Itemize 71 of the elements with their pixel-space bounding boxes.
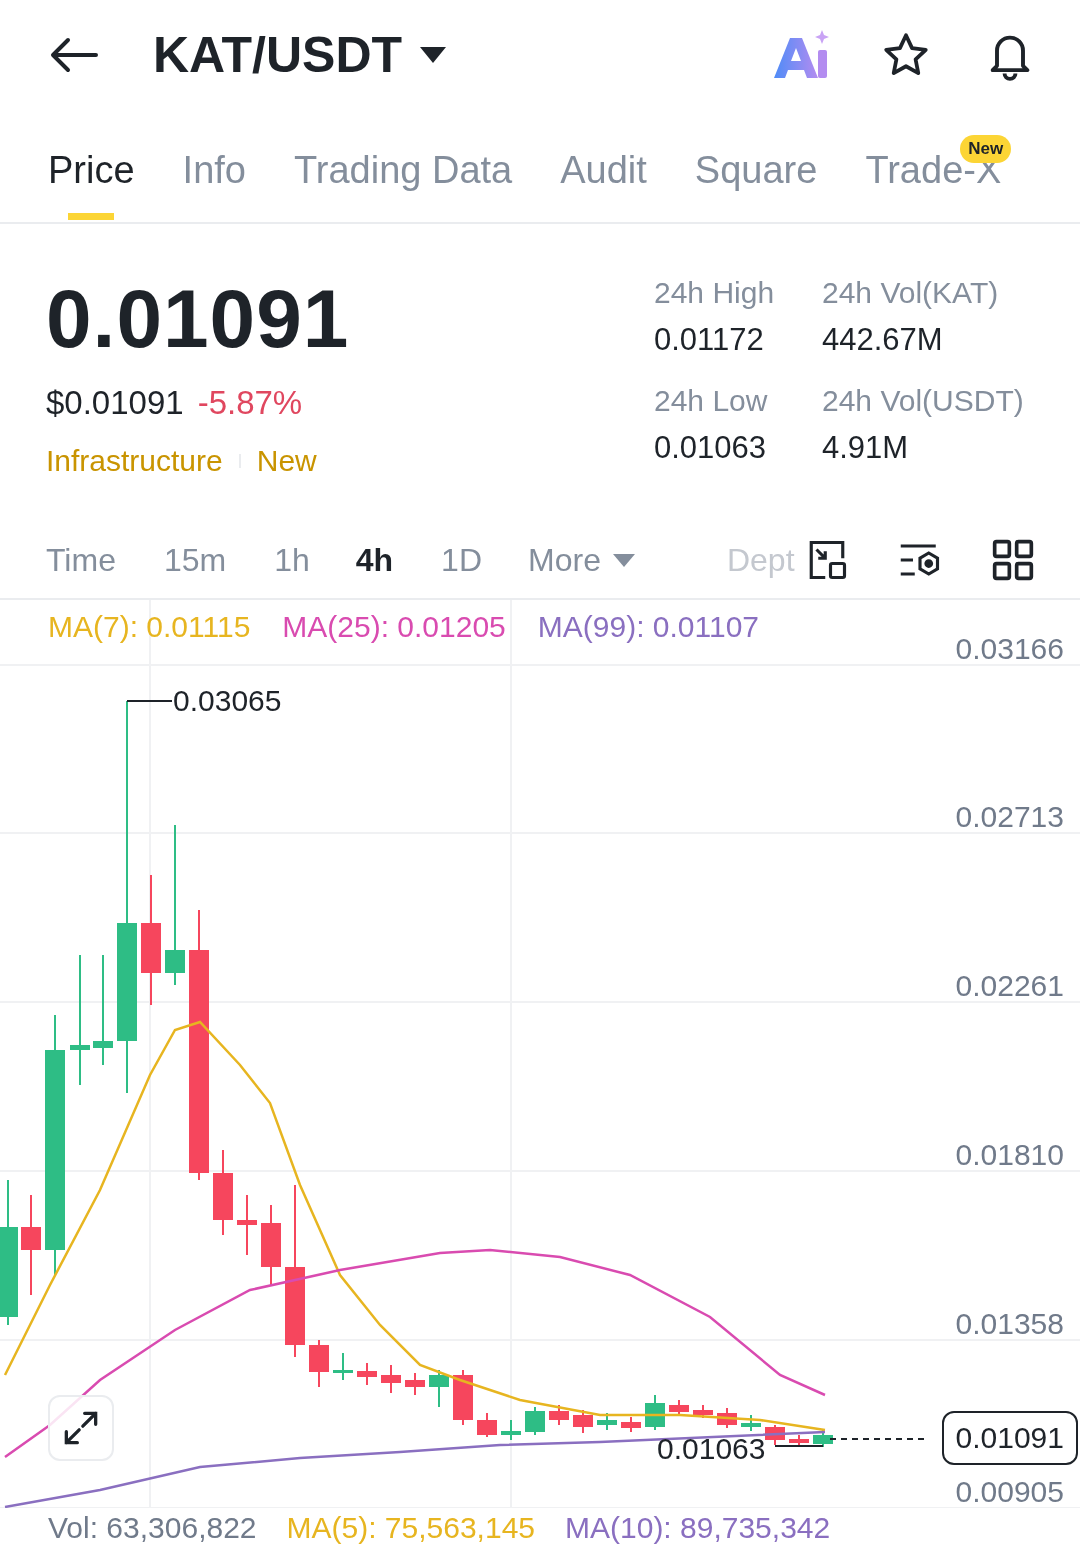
stat-value: 4.91M	[822, 430, 910, 466]
low-price-label: 0.01063	[657, 1432, 766, 1466]
pair-title[interactable]: KAT/USDT	[153, 26, 403, 84]
moving-average-label: MA(25): 0.01205	[282, 610, 506, 645]
stat-label: 24h Low	[654, 384, 769, 418]
candle	[381, 1364, 401, 1394]
back-button[interactable]	[50, 37, 98, 73]
stat-value: 442.67M	[822, 322, 944, 358]
stat-value: 0.01063	[654, 430, 768, 466]
candle	[717, 1407, 737, 1429]
price-axis-label: 0.00905	[955, 1475, 1064, 1509]
usd-price: $0.01091	[46, 384, 184, 422]
tab[interactable]: Square	[694, 149, 818, 222]
category-tag[interactable]: Infrastructure	[46, 444, 223, 478]
tab[interactable]: Info	[182, 149, 246, 222]
candle	[597, 1412, 617, 1431]
price-change: -5.87%	[197, 384, 303, 422]
candle	[429, 1369, 449, 1408]
candle	[477, 1412, 497, 1438]
price-axis-label: 0.02261	[955, 969, 1064, 1003]
tab[interactable]: Audit	[560, 149, 647, 222]
volume-label: MA(5): 75,563,145	[286, 1511, 535, 1545]
moving-average-label: MA(7): 0.01115	[48, 610, 251, 645]
leader-line	[774, 1445, 824, 1447]
interval-tab[interactable]: 1h	[274, 541, 310, 579]
caret-icon	[612, 553, 635, 567]
last-price: 0.01091	[46, 274, 351, 364]
candle	[309, 1339, 329, 1388]
candle	[237, 1194, 257, 1256]
candle	[741, 1414, 761, 1432]
caret-icon[interactable]	[420, 47, 447, 63]
interval-tab[interactable]: Time	[46, 541, 116, 579]
tab[interactable]: Trading Data	[293, 149, 513, 222]
price-axis-label: 0.02713	[955, 800, 1064, 834]
interval-tab[interactable]: 4h	[355, 541, 394, 579]
candle	[453, 1369, 473, 1426]
price-axis-label: 0.03166	[955, 632, 1064, 666]
grid-icon[interactable]	[990, 538, 1035, 582]
candle	[549, 1404, 569, 1426]
current-price-label: 0.01091	[941, 1411, 1078, 1465]
tab-indicator	[68, 213, 115, 220]
candle	[573, 1409, 593, 1434]
interval-tab[interactable]: 15m	[163, 541, 227, 579]
expand-button[interactable]	[48, 1395, 114, 1461]
candle	[669, 1399, 689, 1416]
depth-tab[interactable]: Dept	[726, 541, 795, 579]
stat-value: 0.01172	[654, 322, 765, 358]
category-tag[interactable]: New	[256, 444, 317, 478]
candle	[405, 1372, 425, 1396]
stat-label: 24h Vol(KAT)	[822, 276, 1000, 310]
leader-line	[126, 700, 173, 702]
tab[interactable]: Price	[48, 149, 135, 222]
stat-label: 24h Vol(USDT)	[822, 384, 1025, 418]
candle	[501, 1419, 521, 1441]
high-price-label: 0.03065	[173, 684, 282, 718]
more-dropdown[interactable]: More	[528, 541, 635, 579]
interval-tab[interactable]: 1D	[441, 541, 482, 579]
price-axis-label: 0.01358	[955, 1307, 1064, 1341]
candle	[765, 1424, 785, 1446]
candle	[621, 1416, 641, 1433]
candle	[333, 1352, 353, 1381]
price-axis-label: 0.01810	[955, 1138, 1064, 1172]
candle	[357, 1362, 377, 1386]
candle	[645, 1394, 665, 1431]
new-badge: New	[960, 135, 1012, 163]
volume-label: MA(10): 89,735,342	[565, 1511, 831, 1545]
volume-label: Vol: 63,306,822	[48, 1511, 257, 1545]
candle	[525, 1406, 545, 1436]
stat-label: 24h High	[654, 276, 776, 310]
moving-average-label: MA(99): 0.01107	[537, 610, 760, 645]
candle	[789, 1434, 809, 1448]
